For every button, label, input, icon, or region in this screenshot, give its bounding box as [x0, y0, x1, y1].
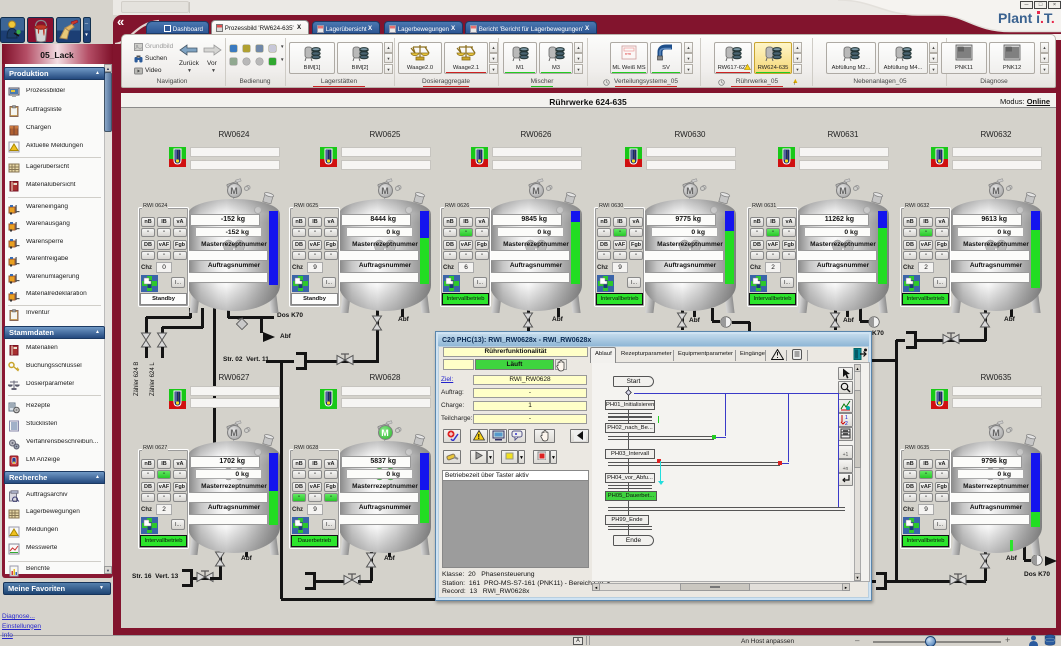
svg-text:2: 2: [845, 421, 848, 425]
svg-text:!: !: [478, 434, 480, 441]
svg-text:rrm: rrm: [625, 51, 632, 56]
